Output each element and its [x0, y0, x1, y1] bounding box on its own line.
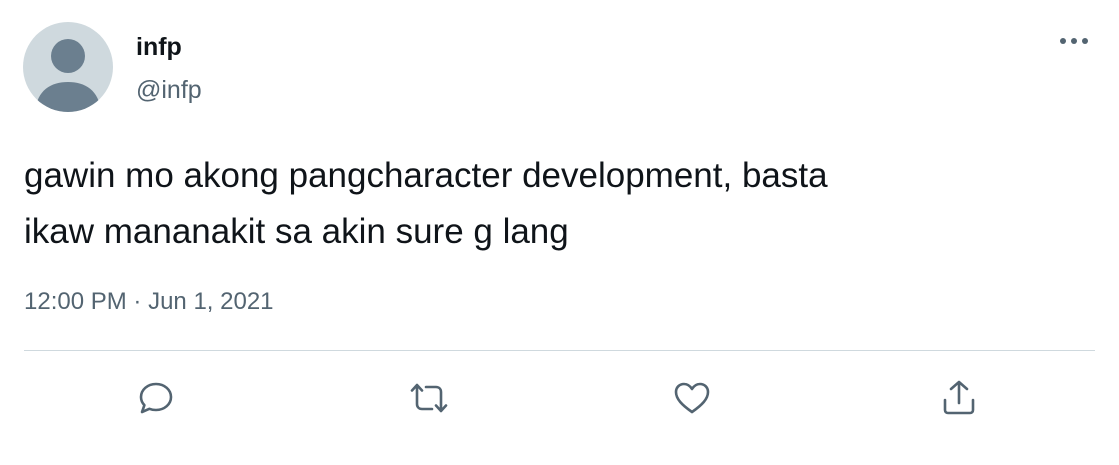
share-button[interactable] [937, 376, 981, 420]
like-button[interactable] [670, 376, 714, 420]
tweet-date[interactable]: Jun 1, 2021 [148, 288, 273, 315]
tweet-text: gawin mo akong pangcharacter development… [24, 148, 1094, 260]
tweet-card: infp @infp gawin mo akong pangcharacter … [0, 0, 1119, 465]
retweet-button[interactable] [407, 376, 451, 420]
share-icon [943, 380, 975, 415]
meta-separator: · [133, 288, 142, 315]
retweet-icon [410, 383, 448, 413]
tweet-time[interactable]: 12:00 PM [24, 288, 127, 315]
tweet-text-line: gawin mo akong pangcharacter development… [24, 156, 828, 195]
avatar[interactable] [23, 22, 113, 112]
tweet-meta: 12:00 PM · Jun 1, 2021 [24, 285, 274, 319]
tweet-text-line: ikaw mananakit sa akin sure g lang [24, 212, 569, 251]
more-options-button[interactable] [1052, 26, 1096, 56]
divider [24, 350, 1095, 351]
default-profile-icon [35, 39, 101, 112]
heart-icon [674, 382, 710, 414]
reply-icon [139, 382, 173, 414]
display-name[interactable]: infp [136, 31, 182, 63]
user-handle[interactable]: @infp [136, 74, 202, 106]
reply-button[interactable] [134, 376, 178, 420]
more-horizontal-icon [1060, 38, 1088, 44]
